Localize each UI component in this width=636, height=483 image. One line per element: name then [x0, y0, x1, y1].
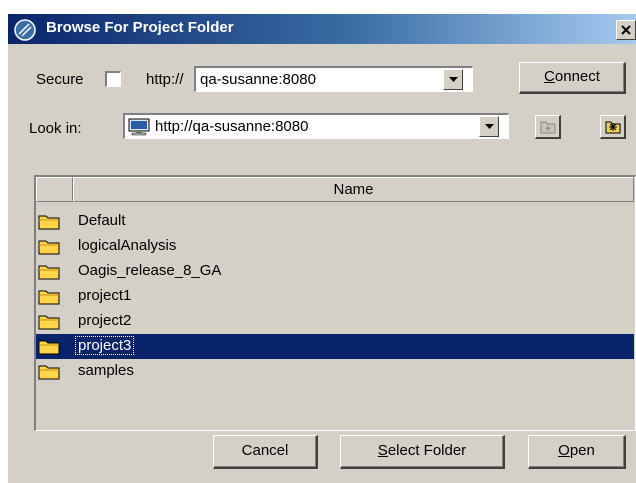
folder-row[interactable]: project2	[36, 309, 634, 334]
look-in-label: Look in:	[29, 120, 82, 137]
folder-icon	[38, 238, 60, 259]
up-folder-icon	[540, 121, 556, 134]
chevron-down-icon	[485, 124, 494, 129]
folder-rows: Default logicalAnalysis Oagis_release_8_GA…	[36, 209, 634, 384]
folder-icon	[38, 288, 60, 309]
folder-name: logicalAnalysis	[78, 237, 177, 254]
folder-name: samples	[78, 362, 134, 379]
header-icon-column[interactable]	[36, 177, 73, 202]
folder-row[interactable]: Oagis_release_8_GA	[36, 259, 634, 284]
protocol-prefix: http://	[146, 71, 184, 88]
select-folder-label-rest: elect Folder	[387, 442, 467, 459]
chevron-down-icon	[449, 77, 458, 82]
folder-row[interactable]: samples	[36, 359, 634, 384]
secure-label: Secure	[36, 71, 84, 88]
header-name-column[interactable]: Name	[73, 177, 634, 202]
window-title: Browse For Project Folder	[46, 19, 234, 36]
folder-name: project2	[78, 312, 132, 329]
host-input[interactable]: qa-susanne:8080	[194, 66, 473, 92]
folder-icon	[38, 263, 60, 284]
folder-icon	[38, 213, 60, 234]
connect-button[interactable]: Connect	[519, 62, 626, 94]
close-icon	[621, 25, 631, 35]
folder-row[interactable]: project3	[36, 334, 634, 359]
host-input-value: qa-susanne:8080	[200, 71, 316, 88]
folder-row[interactable]: logicalAnalysis	[36, 234, 634, 259]
close-button[interactable]	[616, 20, 636, 40]
select-folder-button[interactable]: Select Folder	[340, 435, 505, 469]
folder-name: Default	[78, 212, 126, 229]
app-logo-icon	[14, 19, 36, 41]
secure-checkbox[interactable]	[105, 71, 121, 87]
folder-row[interactable]: Default	[36, 209, 634, 234]
open-mnemonic: O	[558, 442, 570, 459]
folder-list[interactable]: Name Default logicalAnalysis Oagis_release…	[34, 175, 636, 431]
connect-mnemonic: C	[544, 68, 555, 85]
connect-label-rest: onnect	[554, 68, 600, 85]
up-folder-button[interactable]	[535, 115, 561, 139]
folder-name: project1	[78, 287, 132, 304]
title-bar[interactable]: Browse For Project Folder	[8, 14, 636, 44]
folder-icon	[38, 363, 60, 384]
look-in-combo[interactable]: http://qa-susanne:8080	[123, 113, 509, 139]
folder-icon	[38, 313, 60, 334]
folder-icon	[38, 338, 60, 359]
host-dropdown-button[interactable]	[443, 69, 463, 90]
folder-name: Oagis_release_8_GA	[78, 262, 222, 279]
select-folder-mnemonic: S	[377, 442, 388, 459]
open-button[interactable]: Open	[528, 435, 626, 469]
folder-row[interactable]: project1	[36, 284, 634, 309]
new-folder-button[interactable]	[600, 115, 626, 139]
new-folder-icon	[605, 121, 621, 134]
look-in-value: http://qa-susanne:8080	[155, 118, 309, 135]
folder-name: project3	[74, 336, 135, 355]
open-label-rest: pen	[569, 442, 595, 459]
cancel-button[interactable]: Cancel	[213, 435, 318, 469]
browse-dialog: Browse For Project Folder Secure http://…	[8, 14, 636, 483]
computer-icon	[128, 118, 150, 140]
look-in-dropdown-button[interactable]	[479, 116, 499, 137]
list-header: Name	[36, 177, 634, 202]
